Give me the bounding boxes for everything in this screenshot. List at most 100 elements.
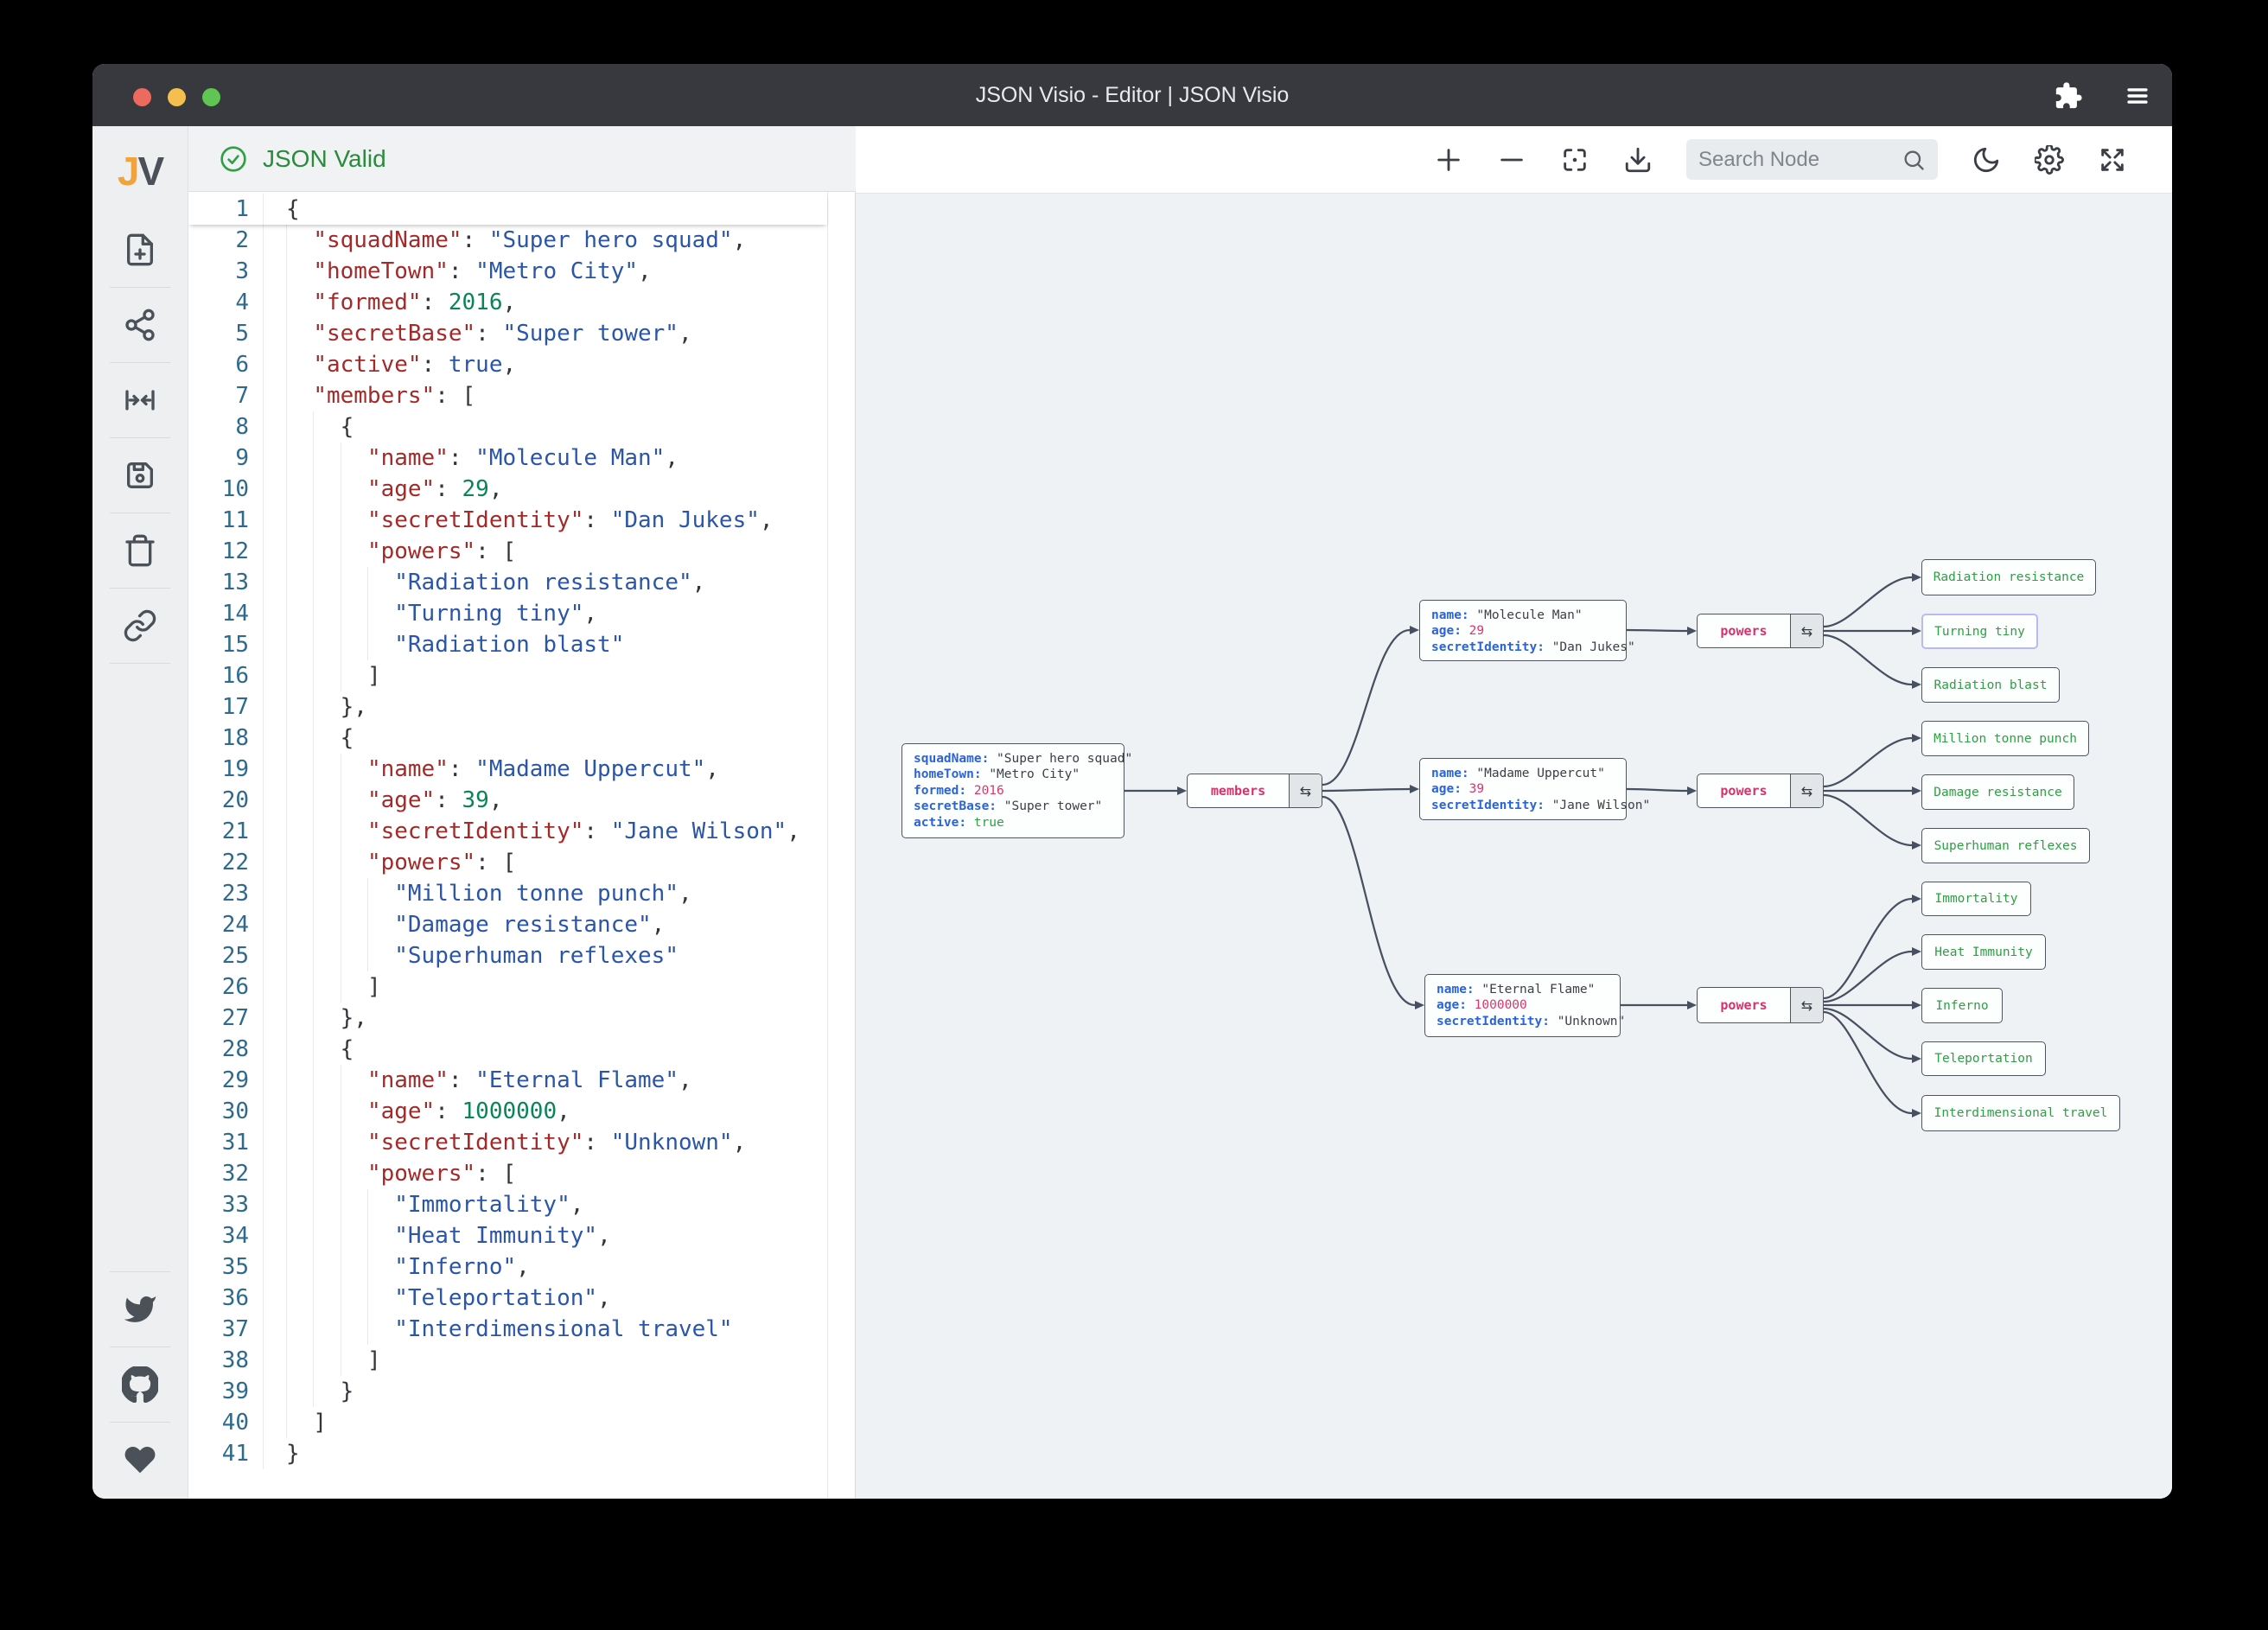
code-line[interactable]: 30 "age": 1000000, [188, 1096, 827, 1127]
node-leaf[interactable]: Interdimensional travel [1921, 1095, 2120, 1131]
line-number: 6 [188, 349, 264, 380]
node-powers-1[interactable]: powers ⇆ [1697, 614, 1824, 648]
app-logo[interactable]: JV [117, 143, 164, 199]
node-root-object[interactable]: squadName: "Super hero squad" homeTown: … [901, 743, 1132, 838]
json-editor[interactable]: 1{2 "squadName": "Super hero squad", 3 "h… [188, 192, 856, 1499]
dark-mode-button[interactable] [1972, 145, 2001, 175]
node-leaf[interactable]: Immortality [1921, 882, 2031, 916]
node-leaf[interactable]: Radiation resistance [1921, 559, 2096, 595]
code-line[interactable]: 14 "Turning tiny", [188, 598, 827, 629]
sponsor-button[interactable] [92, 1423, 188, 1497]
delete-button[interactable] [92, 513, 188, 588]
github-button[interactable] [92, 1347, 188, 1422]
share-button[interactable] [92, 288, 188, 362]
node-member-3[interactable]: name: "Eternal Flame" age: 1000000 secre… [1424, 974, 1625, 1037]
code-text: "age": 1000000, [264, 1096, 570, 1127]
code-line[interactable]: 12 "powers": [ [188, 536, 827, 567]
code-line[interactable]: 11 "secretIdentity": "Dan Jukes", [188, 505, 827, 536]
node-leaf[interactable]: Teleportation [1921, 1041, 2046, 1076]
code-line[interactable]: 16 ] [188, 660, 827, 691]
code-line[interactable]: 5 "secretBase": "Super tower", [188, 318, 827, 349]
node-leaf-selected[interactable]: Turning tiny [1921, 614, 2038, 649]
extension-puzzle-icon[interactable] [2054, 81, 2083, 111]
code-text: } [286, 1441, 300, 1467]
powers-label: powers [1720, 623, 1768, 639]
code-line[interactable]: 13 "Radiation resistance", [188, 567, 827, 598]
node-leaf[interactable]: Superhuman reflexes [1921, 828, 2090, 863]
code-line[interactable]: 41} [188, 1438, 827, 1469]
code-line[interactable]: 39 } [188, 1376, 827, 1407]
code-line[interactable]: 31 "secretIdentity": "Unknown", [188, 1127, 827, 1158]
download-button[interactable] [1623, 145, 1653, 175]
code-line[interactable]: 28 { [188, 1034, 827, 1065]
code-line[interactable]: 20 "age": 39, [188, 785, 827, 816]
save-button[interactable] [92, 438, 188, 513]
code-line[interactable]: 33 "Immortality", [188, 1189, 827, 1220]
code-line[interactable]: 40 ] [188, 1407, 827, 1438]
node-leaf[interactable]: Million tonne punch [1921, 721, 2089, 756]
collapse-node-button[interactable]: ⇆ [1289, 774, 1322, 807]
twitter-button[interactable] [92, 1272, 188, 1347]
code-line[interactable]: 32 "powers": [ [188, 1158, 827, 1189]
code-line[interactable]: 10 "age": 29, [188, 474, 827, 505]
code-line[interactable]: 37 "Interdimensional travel" [188, 1314, 827, 1345]
zoom-out-button[interactable] [1497, 145, 1526, 175]
code-line[interactable]: 36 "Teleportation", [188, 1283, 827, 1314]
collapse-node-button[interactable]: ⇆ [1790, 614, 1823, 647]
node-member-1[interactable]: name: "Molecule Man" age: 29 secretIdent… [1419, 600, 1635, 661]
node-leaf[interactable]: Radiation blast [1921, 667, 2060, 703]
code-line[interactable]: 9 "name": "Molecule Man", [188, 443, 827, 474]
line-number: 21 [188, 816, 264, 847]
code-line[interactable]: 35 "Inferno", [188, 1251, 827, 1283]
editor-scrollbar[interactable] [827, 192, 855, 1499]
code-line[interactable]: 17 }, [188, 691, 827, 723]
line-number: 5 [188, 318, 264, 349]
fit-width-button[interactable] [92, 363, 188, 437]
code-line[interactable]: 25 "Superhuman reflexes" [188, 940, 827, 971]
code-line[interactable]: 34 "Heat Immunity", [188, 1220, 827, 1251]
code-line[interactable]: 24 "Damage resistance", [188, 909, 827, 940]
code-line[interactable]: 6 "active": true, [188, 349, 827, 380]
code-line[interactable]: 18 { [188, 723, 827, 754]
code-line[interactable]: 8 { [188, 411, 827, 443]
graph-canvas[interactable]: squadName: "Super hero squad" homeTown: … [856, 194, 2172, 1499]
code-line[interactable]: 22 "powers": [ [188, 847, 827, 878]
node-powers-2[interactable]: powers ⇆ [1697, 774, 1824, 808]
code-line[interactable]: 7 "members": [ [188, 380, 827, 411]
code-text: ] [264, 1345, 381, 1376]
new-document-button[interactable] [92, 213, 188, 287]
code-line[interactable]: 23 "Million tonne punch", [188, 878, 827, 909]
line-number: 40 [188, 1407, 264, 1438]
settings-button[interactable] [2035, 144, 2064, 175]
code-line[interactable]: 2 "squadName": "Super hero squad", [188, 225, 827, 256]
code-line[interactable]: 15 "Radiation blast" [188, 629, 827, 660]
code-line[interactable]: 4 "formed": 2016, [188, 287, 827, 318]
node-powers-3[interactable]: powers ⇆ [1697, 987, 1824, 1023]
search-node-input[interactable] [1698, 147, 1895, 172]
code-line[interactable]: 26 ] [188, 971, 827, 1003]
code-line[interactable]: 21 "secretIdentity": "Jane Wilson", [188, 816, 827, 847]
node-leaf[interactable]: Heat Immunity [1921, 934, 2046, 970]
code-line[interactable]: 29 "name": "Eternal Flame", [188, 1065, 827, 1096]
code-line[interactable]: 1{ [188, 194, 827, 225]
code-line[interactable]: 38 ] [188, 1345, 827, 1376]
line-number: 4 [188, 287, 264, 318]
code-text: "Damage resistance", [264, 909, 665, 940]
node-members[interactable]: members ⇆ [1187, 774, 1322, 808]
code-line[interactable]: 27 }, [188, 1003, 827, 1034]
collapse-node-button[interactable]: ⇆ [1790, 774, 1823, 807]
zoom-in-button[interactable] [1434, 145, 1463, 175]
focus-center-button[interactable] [1560, 145, 1590, 175]
node-leaf[interactable]: Damage resistance [1921, 774, 2074, 810]
sidebar-tools [92, 213, 188, 664]
menu-hamburger-icon[interactable] [2123, 81, 2152, 111]
node-member-2[interactable]: name: "Madame Uppercut" age: 39 secretId… [1419, 758, 1650, 820]
share-link-button[interactable] [92, 589, 188, 663]
line-number: 3 [188, 256, 264, 287]
fullscreen-button[interactable] [2098, 145, 2127, 175]
collapse-node-button[interactable]: ⇆ [1790, 988, 1823, 1022]
logo-j: J [117, 149, 140, 194]
node-leaf[interactable]: Inferno [1921, 988, 2003, 1023]
code-line[interactable]: 3 "homeTown": "Metro City", [188, 256, 827, 287]
code-line[interactable]: 19 "name": "Madame Uppercut", [188, 754, 827, 785]
